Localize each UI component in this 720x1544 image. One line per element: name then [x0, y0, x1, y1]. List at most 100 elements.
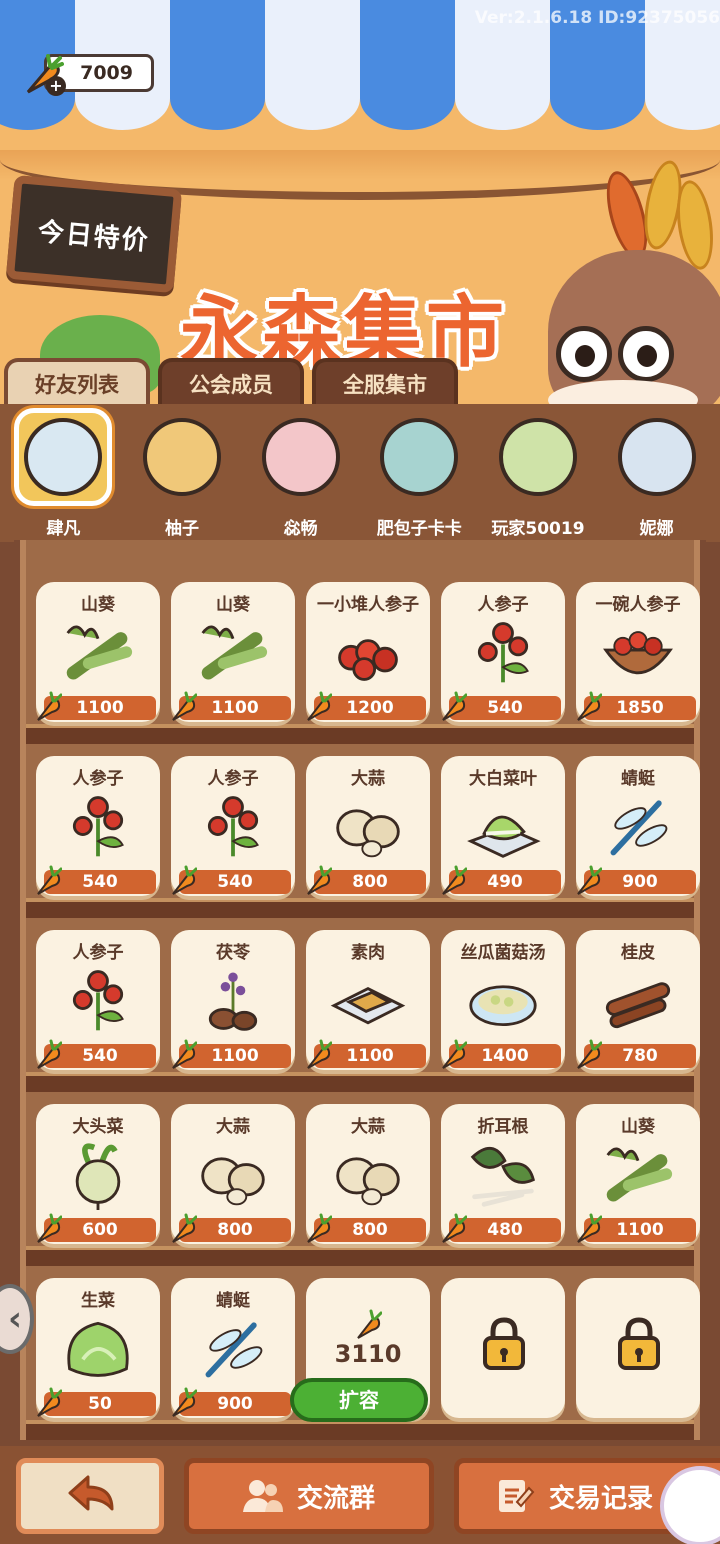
item-name: 大蒜: [216, 1117, 250, 1137]
friend-item[interactable]: 妮娜: [601, 408, 713, 542]
carrot-price-icon: [37, 1213, 63, 1243]
item-slot[interactable]: 大蒜 800: [306, 1104, 430, 1244]
return-button[interactable]: [16, 1458, 164, 1534]
carrot-price-icon: [172, 865, 198, 895]
carrot-price-icon: [37, 691, 63, 721]
poria-icon: [208, 972, 258, 1031]
avatar: [14, 408, 113, 506]
friend-name: 肥包子卡卡: [376, 519, 462, 539]
tab-friends[interactable]: 好友列表: [4, 358, 150, 406]
item-slot[interactable]: 山葵 1100: [576, 1104, 700, 1244]
carrot-price-icon: [577, 865, 603, 895]
currency-display[interactable]: 7009 +: [20, 52, 156, 96]
carrot-price-icon: [307, 1039, 333, 1069]
lettuce-icon: [67, 1321, 129, 1377]
item-name: 大白菜叶: [469, 769, 537, 789]
cinnamon-icon: [605, 982, 671, 1029]
item-slot[interactable]: 蜻蜓 900: [576, 756, 700, 896]
item-slot[interactable]: 人参子 540: [441, 582, 565, 722]
item-name: 人参子: [207, 769, 259, 789]
item-name: 大头菜: [72, 1117, 124, 1137]
wasabi-icon: [201, 625, 268, 680]
market-tabs: 好友列表 公会成员 全服集市: [0, 358, 720, 408]
item-slot[interactable]: 一小堆人参子 1200: [306, 582, 430, 722]
ginseng-berry-icon: [477, 622, 529, 683]
item-slot[interactable]: 大蒜 800: [306, 756, 430, 896]
chat-group-button[interactable]: 交流群: [184, 1458, 434, 1534]
friend-item[interactable]: 肆凡: [7, 408, 119, 542]
item-name: 人参子: [72, 769, 124, 789]
shelf-board: [26, 1246, 694, 1266]
item-name: 山葵: [216, 595, 250, 615]
ginseng-berries-bowl-icon: [603, 631, 673, 675]
cabbage-leaf-icon: [467, 815, 541, 858]
carrot-price-icon: [37, 1387, 63, 1417]
friend-item[interactable]: 玩家50019: [482, 408, 594, 542]
avatar: [608, 408, 706, 506]
carrot-price-icon: [442, 865, 468, 895]
item-slot[interactable]: 大蒜 800: [171, 1104, 295, 1244]
turnip-icon: [75, 1143, 121, 1210]
chat-group-label: 交流群: [296, 1483, 375, 1514]
carrot-price-icon: [307, 865, 333, 895]
item-slot[interactable]: 丝瓜菌菇汤 1400: [441, 930, 565, 1070]
tab-server-market[interactable]: 全服集市: [312, 358, 458, 406]
item-slot[interactable]: 人参子 540: [36, 930, 160, 1070]
item-slot[interactable]: 人参子 540: [171, 756, 295, 896]
carrot-price-icon: [357, 1309, 383, 1339]
item-name: 素肉: [351, 943, 385, 963]
carrot-price-icon: [577, 691, 603, 721]
item-slot[interactable]: 山葵 1100: [36, 582, 160, 722]
avatar: [489, 408, 587, 506]
friend-name: 玩家50019: [491, 519, 585, 539]
item-slot[interactable]: 山葵 1100: [171, 582, 295, 722]
expand-button[interactable]: 扩容: [290, 1378, 428, 1422]
friend-item[interactable]: 柚子: [126, 408, 238, 542]
dragonfly-icon: [205, 1322, 263, 1378]
item-slot[interactable]: 素肉 1100: [306, 930, 430, 1070]
item-name: 人参子: [72, 943, 124, 963]
houttuynia-icon: [470, 1147, 535, 1207]
friend-item[interactable]: 惢畅: [245, 408, 357, 542]
carrot-price-icon: [172, 691, 198, 721]
ginseng-berries-pile-icon: [338, 639, 398, 681]
item-name: 蜻蜓: [216, 1291, 250, 1311]
friend-name: 柚子: [164, 519, 199, 539]
item-slot[interactable]: 蜻蜓 900: [171, 1278, 295, 1418]
return-arrow-icon: [68, 1475, 114, 1511]
item-slot[interactable]: 桂皮 780: [576, 930, 700, 1070]
garlic-icon: [201, 1157, 265, 1206]
shelf-board: [26, 898, 694, 918]
item-name: 桂皮: [621, 943, 655, 963]
item-slot[interactable]: 人参子 540: [36, 756, 160, 896]
item-name: 大蒜: [351, 769, 385, 789]
locked-slot[interactable]: [576, 1278, 700, 1418]
item-slot[interactable]: 生菜 50: [36, 1278, 160, 1418]
friend-list: 肆凡 柚子 惢畅 肥包子卡卡 玩家50019 妮娜: [0, 404, 720, 542]
add-currency-icon[interactable]: +: [46, 76, 66, 96]
carrot-price-icon: [442, 691, 468, 721]
carrot-price-icon: [577, 1039, 603, 1069]
item-slot[interactable]: 茯苓 1100: [171, 930, 295, 1070]
daily-special-sign[interactable]: 今日特价: [5, 174, 183, 294]
item-name: 山葵: [621, 1117, 655, 1137]
carrot-price-icon: [172, 1387, 198, 1417]
avatar: [252, 408, 350, 506]
item-slot[interactable]: 大白菜叶 490: [441, 756, 565, 896]
locked-slot[interactable]: [441, 1278, 565, 1418]
item-slot[interactable]: 大头菜 600: [36, 1104, 160, 1244]
item-name: 一碗人参子: [595, 595, 681, 615]
item-name: 茯苓: [216, 943, 250, 963]
ginseng-berry-icon: [72, 796, 124, 857]
tab-guild[interactable]: 公会成员: [158, 358, 304, 406]
carrot-price-icon: [172, 1213, 198, 1243]
trade-log-label: 交易记录: [549, 1483, 654, 1514]
carrot-price-icon: [442, 1213, 468, 1243]
friend-item[interactable]: 肥包子卡卡: [363, 408, 475, 542]
item-slot[interactable]: 一碗人参子 1850: [576, 582, 700, 722]
shop-shelf: 山葵 1100 山葵 1100 一小堆人参子 1200 人参子 540 一碗人参子 1850 人参子…: [14, 540, 706, 1446]
item-slot[interactable]: 折耳根 480: [441, 1104, 565, 1244]
item-name: 山葵: [81, 595, 115, 615]
group-icon: [242, 1480, 283, 1512]
carrot-price-icon: [307, 1213, 333, 1243]
